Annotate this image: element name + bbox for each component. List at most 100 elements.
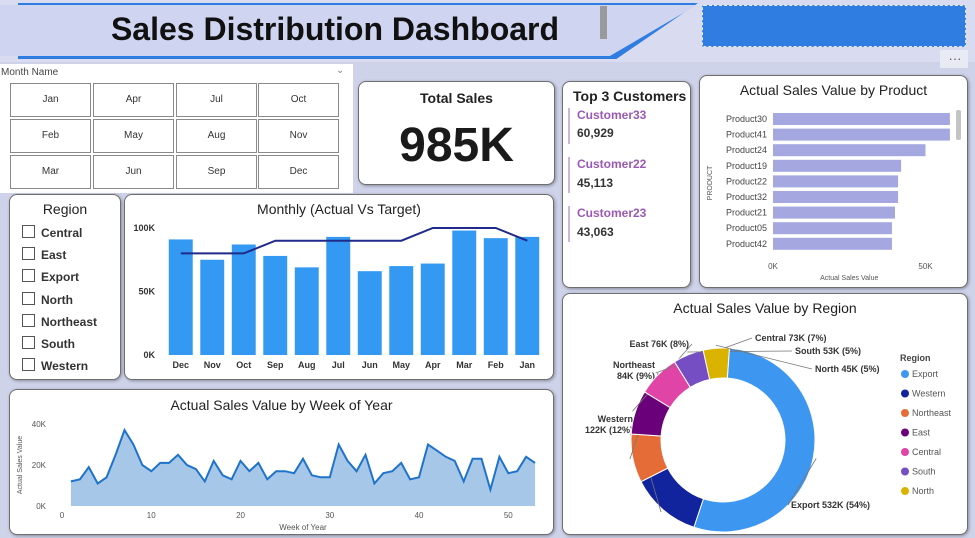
month-slicer-label: Month Name (1, 67, 59, 78)
region-item-northeast[interactable]: Northeast (22, 313, 98, 332)
legend-label: South (912, 467, 936, 477)
monthly-chart-card: Monthly (Actual Vs Target) 0K 50K 100K Dec N… (124, 194, 554, 380)
checkbox-icon[interactable] (22, 225, 35, 238)
customer-name: Customer23 (577, 206, 647, 220)
bar-mar (452, 230, 477, 355)
x-tick-label: 50K (918, 262, 933, 271)
bar-jul (326, 236, 351, 355)
legend-label: East (912, 428, 931, 438)
product-bar (773, 206, 895, 219)
y-tick-label: Product19 (726, 161, 767, 171)
checkbox-icon[interactable] (22, 336, 35, 349)
y-tick-label: Product30 (726, 114, 767, 124)
total-sales-value: 985K (399, 119, 514, 172)
month-button-mar[interactable]: Mar (10, 155, 91, 189)
x-tick-label: Apr (425, 360, 441, 370)
region-item-east[interactable]: East (22, 247, 66, 265)
region-item-label: South (41, 337, 75, 351)
monthly-combo-chart: 0K 50K 100K Dec Nov Oct Sep Aug Jul Jun May Apr Mar F… (133, 223, 540, 370)
region-slicer: Region Central East Export North Northeast So… (9, 194, 121, 380)
y-tick-label: 50K (138, 287, 155, 297)
region-item-label: North (41, 292, 73, 307)
region-chart-card: Actual Sales Value by Region Export 532K… (562, 293, 968, 535)
region-item-export[interactable]: Export (22, 269, 79, 287)
checkbox-icon[interactable] (22, 291, 35, 305)
top-customers-title: Top 3 Customers (573, 88, 687, 104)
legend-label: Northeast (912, 408, 952, 418)
x-tick-label: Sep (267, 360, 284, 370)
checkbox-icon[interactable] (22, 269, 35, 283)
region-item-label: Northeast (41, 314, 98, 329)
product-bar-chart: Product30 Product41 Product24 Product19 Prod… (707, 110, 961, 282)
slice-label: Western 122K (12%) (585, 414, 633, 435)
checkbox-icon[interactable] (22, 313, 35, 327)
product-bar (773, 113, 950, 125)
slice-label: South 53K (5%) (795, 346, 861, 356)
month-button-feb[interactable]: Feb (10, 119, 91, 153)
legend-marker (901, 428, 909, 437)
product-bar (773, 159, 902, 172)
total-sales-card: Total Sales 985K (358, 81, 555, 185)
y-tick-label: 0K (36, 502, 46, 511)
legend-label: Central (912, 447, 941, 457)
y-tick-label: 20K (32, 461, 47, 470)
customer-name: Customer33 (577, 108, 647, 122)
month-button-nov[interactable]: Nov (258, 119, 339, 153)
month-button-dec[interactable]: Dec (258, 155, 339, 189)
legend-marker (901, 370, 909, 378)
region-item-north[interactable]: North (22, 291, 73, 310)
y-tick-label: Product22 (726, 176, 767, 186)
customer-accent-bar (568, 206, 570, 242)
region-slicer-title: Region (42, 201, 88, 217)
week-area-chart: 0K 20K 40K 0 10 20 30 40 50 Week of Year Actual Sa… (17, 420, 536, 532)
month-button-apr[interactable]: Apr (93, 83, 174, 117)
region-item-label: Central (41, 226, 83, 240)
customer-value: 45,113 (577, 176, 614, 190)
legend-label: North (912, 486, 934, 496)
region-item-western[interactable]: Western (22, 358, 88, 376)
region-item-label: East (41, 248, 67, 263)
y-axis-title: PRODUCT (707, 165, 714, 200)
month-button-aug[interactable]: Aug (176, 119, 257, 153)
product-bar (773, 144, 926, 157)
month-button-jul[interactable]: Jul (176, 83, 257, 117)
legend-marker (901, 467, 909, 476)
checkbox-icon[interactable] (22, 358, 35, 372)
slice-label: North 45K (5%) (815, 364, 880, 374)
y-tick-label: Product21 (726, 208, 767, 218)
legend-title: Region (900, 353, 931, 363)
x-tick-label: Aug (298, 360, 316, 370)
x-tick-label: 0 (60, 511, 65, 520)
legend-marker (901, 487, 909, 495)
checkbox-icon[interactable] (22, 247, 35, 261)
product-bar (773, 175, 899, 188)
region-item-south[interactable]: South (22, 336, 75, 354)
legend-marker (901, 409, 909, 417)
month-button-jan[interactable]: Jan (10, 83, 91, 117)
slice-label: Northeast 84K (9%) (613, 360, 655, 381)
scrollbar-thumb (956, 110, 961, 140)
more-options-icon[interactable]: ··· (943, 52, 967, 68)
x-tick-label: Jan (519, 360, 535, 370)
chevron-down-icon[interactable]: ⌄ (336, 65, 348, 77)
region-item-label: Export (41, 270, 80, 285)
customer-accent-bar (568, 108, 570, 144)
y-tick-label: Product42 (726, 239, 767, 249)
month-button-oct[interactable]: Oct (258, 83, 339, 117)
x-tick-label: Dec (172, 360, 189, 370)
bar-aug (294, 267, 319, 355)
product-bar (773, 222, 892, 235)
dashboard-title: Sales Distribution Dashboard (110, 11, 560, 47)
region-item-label: Western (41, 359, 89, 374)
month-button-sep[interactable]: Sep (176, 155, 257, 189)
region-item-central[interactable]: Central (22, 225, 82, 243)
month-button-jun[interactable]: Jun (93, 155, 174, 189)
customer-value: 43,063 (577, 225, 614, 239)
total-sales-title: Total Sales (420, 90, 493, 106)
x-tick-label: 20 (236, 511, 245, 520)
x-tick-label: 30 (325, 511, 334, 520)
x-tick-label: May (392, 360, 410, 370)
month-button-may[interactable]: May (93, 119, 174, 153)
customer-name: Customer22 (577, 157, 647, 171)
week-chart-card: Actual Sales Value by Week of Year 0K 20K… (9, 389, 554, 535)
